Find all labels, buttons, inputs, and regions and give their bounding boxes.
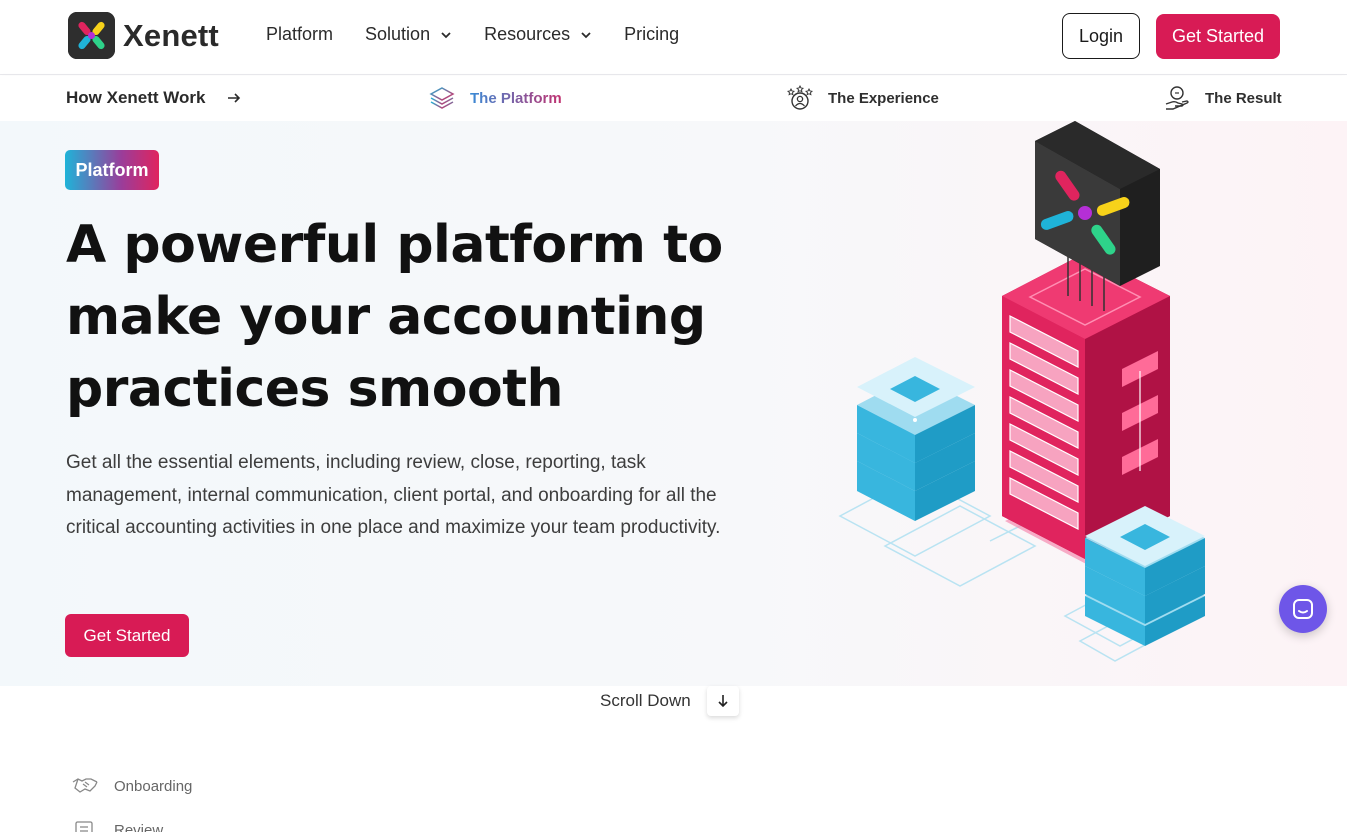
scroll-down-label: Scroll Down [600,691,691,710]
chevron-down-icon [581,31,591,38]
how-it-works-bar: How Xenett Work The Platform The Experie… [0,76,1347,121]
feature-item-review-label: Review [114,821,164,832]
hand-coin-icon [1165,86,1189,110]
subnav-the-result-label: The Result [1205,89,1282,107]
layers-icon [429,87,455,109]
chevron-down-icon [441,31,451,38]
nav-solution[interactable]: Solution [365,24,452,45]
hero-title-line-2: make your accounting [66,287,706,347]
feature-item-onboarding[interactable]: Onboarding [72,776,192,796]
feature-item-onboarding-label: Onboarding [114,777,193,795]
user-stars-icon [787,84,813,110]
scroll-down: Scroll Down [600,686,739,716]
handshake-icon [72,778,98,793]
arrow-right-icon [228,93,241,103]
nav-solution-label: Solution [365,24,431,44]
platform-badge: Platform [65,150,159,190]
document-icon [75,821,93,832]
subnav-the-experience[interactable]: The Experience [786,84,939,112]
subnav-the-result[interactable]: The Result [1163,84,1282,112]
scroll-down-button[interactable] [706,686,739,716]
hero-get-started-button[interactable]: Get Started [65,614,189,657]
nav-platform[interactable]: Platform [266,24,333,45]
how-it-works-title: How Xenett Work [66,88,206,107]
hero-section: Platform A powerful platform to make you… [0,121,1347,686]
how-it-works-link[interactable]: How Xenett Work [66,88,241,108]
chat-icon [1293,599,1313,619]
nav-resources[interactable]: Resources [484,24,592,45]
subnav-the-experience-label: The Experience [828,89,939,107]
login-button[interactable]: Login [1062,13,1140,59]
top-navbar: Xenett Platform Solution Resources Prici… [0,0,1347,75]
nav-pricing-label: Pricing [624,24,680,44]
main-nav: Platform Solution Resources Pricing [266,24,679,45]
nav-resources-label: Resources [484,24,571,44]
hero-title: A powerful platform to make your account… [66,209,766,425]
subnav-the-platform-label: The Platform [470,89,562,107]
get-started-button[interactable]: Get Started [1156,14,1280,59]
feature-item-review[interactable]: Review [72,820,163,832]
brand-name: Xenett [123,17,219,53]
hero-title-line-1: A powerful platform to [66,215,723,275]
nav-pricing[interactable]: Pricing [624,24,679,45]
nav-platform-label: Platform [266,24,334,44]
xenett-logo-icon [68,12,115,59]
server-illustration [838,121,1205,662]
hero-description: Get all the essential elements, includin… [66,452,721,538]
arrow-down-icon [718,695,728,708]
subnav-the-platform[interactable]: The Platform [428,84,562,112]
hero-title-line-3: practices smooth [66,359,564,419]
chat-widget-button[interactable] [1279,585,1327,633]
brand-logo[interactable]: Xenett [68,12,219,59]
